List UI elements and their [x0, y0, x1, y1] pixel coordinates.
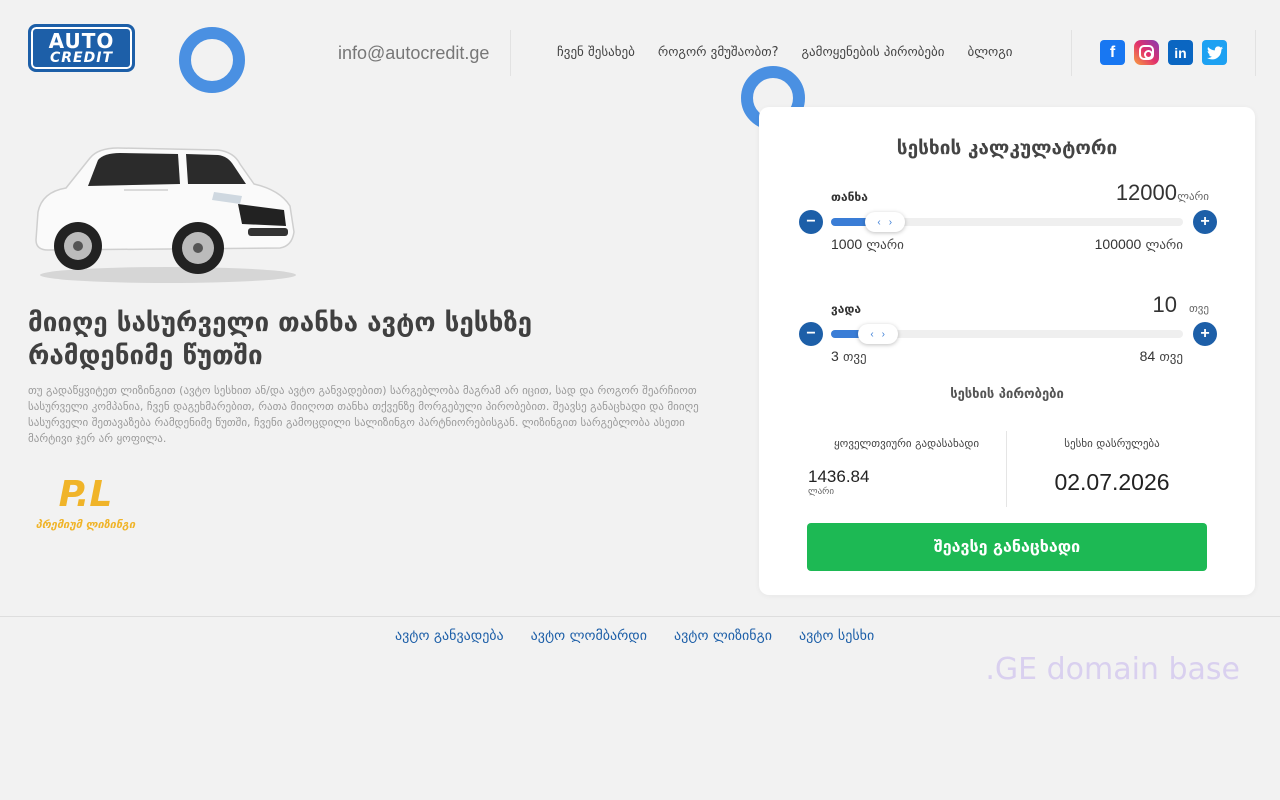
twitter-icon[interactable]	[1202, 40, 1227, 65]
footer-link-loan[interactable]: ავტო სესხი	[799, 628, 874, 644]
nav-blog[interactable]: ბლოგი	[967, 45, 1012, 60]
instagram-icon[interactable]	[1134, 40, 1159, 65]
term-value: 10	[1152, 292, 1177, 317]
car-image	[35, 147, 296, 283]
logo-line1: AUTO	[48, 28, 115, 53]
amount-slider-block: თანხა 12000 ლარი − ‹ › + 1000 ლარი 10000…	[799, 180, 1217, 256]
chevron-left-icon: ‹	[870, 328, 874, 340]
term-slider-block: ვადა 10 თვე − ‹ › + 3 თვე 84 თვე	[799, 292, 1217, 368]
amount-label: თანხა	[831, 190, 868, 204]
hero-description: თუ გადაწყვიტეთ ლიზინგით (ავტო სესხით ან/…	[28, 384, 699, 445]
amount-decrease-button[interactable]: −	[799, 210, 823, 234]
amount-slider-fill	[831, 218, 870, 226]
chevron-right-icon: ›	[888, 216, 893, 228]
social-links: f in	[1100, 40, 1227, 65]
premium-leasing-caption: პრემიუმ ლიზინგი	[35, 518, 136, 531]
contact-email[interactable]: info@autocredit.ge	[338, 43, 489, 64]
hero-title: მიიღე სასურველი თანხა ავტო სესხზე რამდენ…	[28, 308, 533, 371]
amount-value: 12000	[1115, 180, 1177, 205]
chevron-right-icon: ›	[881, 328, 886, 340]
monthly-payment-value: 1436.84	[808, 467, 870, 486]
facebook-icon[interactable]: f	[1100, 40, 1125, 65]
amount-slider-track[interactable]: ‹ ›	[831, 212, 1183, 232]
term-min: 3 თვე	[831, 348, 867, 365]
loan-calculator: სესხის კალკულატორი თანხა 12000 ლარი − ‹ …	[759, 107, 1255, 595]
term-decrease-button[interactable]: −	[799, 322, 823, 346]
decorative-ring	[179, 27, 245, 93]
premium-leasing-mark: P.L	[58, 474, 113, 515]
monthly-payment-label: ყოველთვიური გადასახადი	[833, 437, 980, 450]
logo-line2: CREDIT	[50, 49, 113, 66]
footer-link-leasing[interactable]: ავტო ლიზინგი	[674, 628, 772, 644]
linkedin-icon[interactable]: in	[1168, 40, 1193, 65]
footer-link-installment[interactable]: ავტო განვადება	[395, 628, 504, 644]
main-nav: ჩვენ შესახებ როგორ ვმუშაობთ? გამოყენების…	[557, 45, 1013, 60]
term-slider-track[interactable]: ‹ ›	[831, 324, 1183, 344]
term-max: 84 თვე	[1139, 348, 1183, 365]
term-unit: თვე	[1188, 302, 1209, 315]
loan-end-label: სესხი დასრულება	[1064, 437, 1160, 450]
term-label: ვადა	[831, 302, 862, 316]
amount-increase-button[interactable]: +	[1193, 210, 1217, 234]
monthly-payment-unit: ლარი	[808, 487, 834, 497]
ge-domain-base-badge[interactable]: .GE domain base	[985, 652, 1240, 687]
calculation-results: ყოველთვიური გადასახადი 1436.84 ლარი სესხ…	[807, 431, 1207, 507]
nav-terms-of-use[interactable]: გამოყენების პირობები	[802, 45, 945, 60]
amount-max: 100000 ლარი	[1094, 236, 1183, 253]
amount-unit: ლარი	[1177, 190, 1209, 203]
loan-terms-link[interactable]: სესხის პირობები	[759, 387, 1255, 402]
divider	[1255, 30, 1256, 76]
footer-link-pawnshop[interactable]: ავტო ლომბარდი	[531, 628, 647, 644]
footer-divider	[0, 616, 1280, 617]
premium-leasing-logo[interactable]: P.L პრემიუმ ლიზინგი	[28, 474, 143, 532]
term-slider-handle[interactable]: ‹ ›	[857, 324, 898, 344]
chevron-left-icon: ‹	[877, 216, 881, 228]
loan-end-date: 02.07.2026	[1054, 469, 1170, 495]
nav-how-it-works[interactable]: როგორ ვმუშაობთ?	[658, 45, 779, 60]
amount-min: 1000 ლარი	[831, 236, 904, 253]
amount-slider-handle[interactable]: ‹ ›	[864, 212, 905, 232]
autocredit-logo[interactable]: AUTO CREDIT	[28, 24, 135, 72]
calculator-title: სესხის კალკულატორი	[896, 137, 1118, 159]
apply-button[interactable]: შეავსე განაცხადი	[807, 523, 1207, 571]
nav-about[interactable]: ჩვენ შესახებ	[557, 45, 635, 60]
divider	[510, 30, 511, 76]
footer-nav: ავტო განვადება ავტო ლომბარდი ავტო ლიზინგ…	[395, 628, 874, 644]
term-increase-button[interactable]: +	[1193, 322, 1217, 346]
divider	[1071, 30, 1072, 76]
